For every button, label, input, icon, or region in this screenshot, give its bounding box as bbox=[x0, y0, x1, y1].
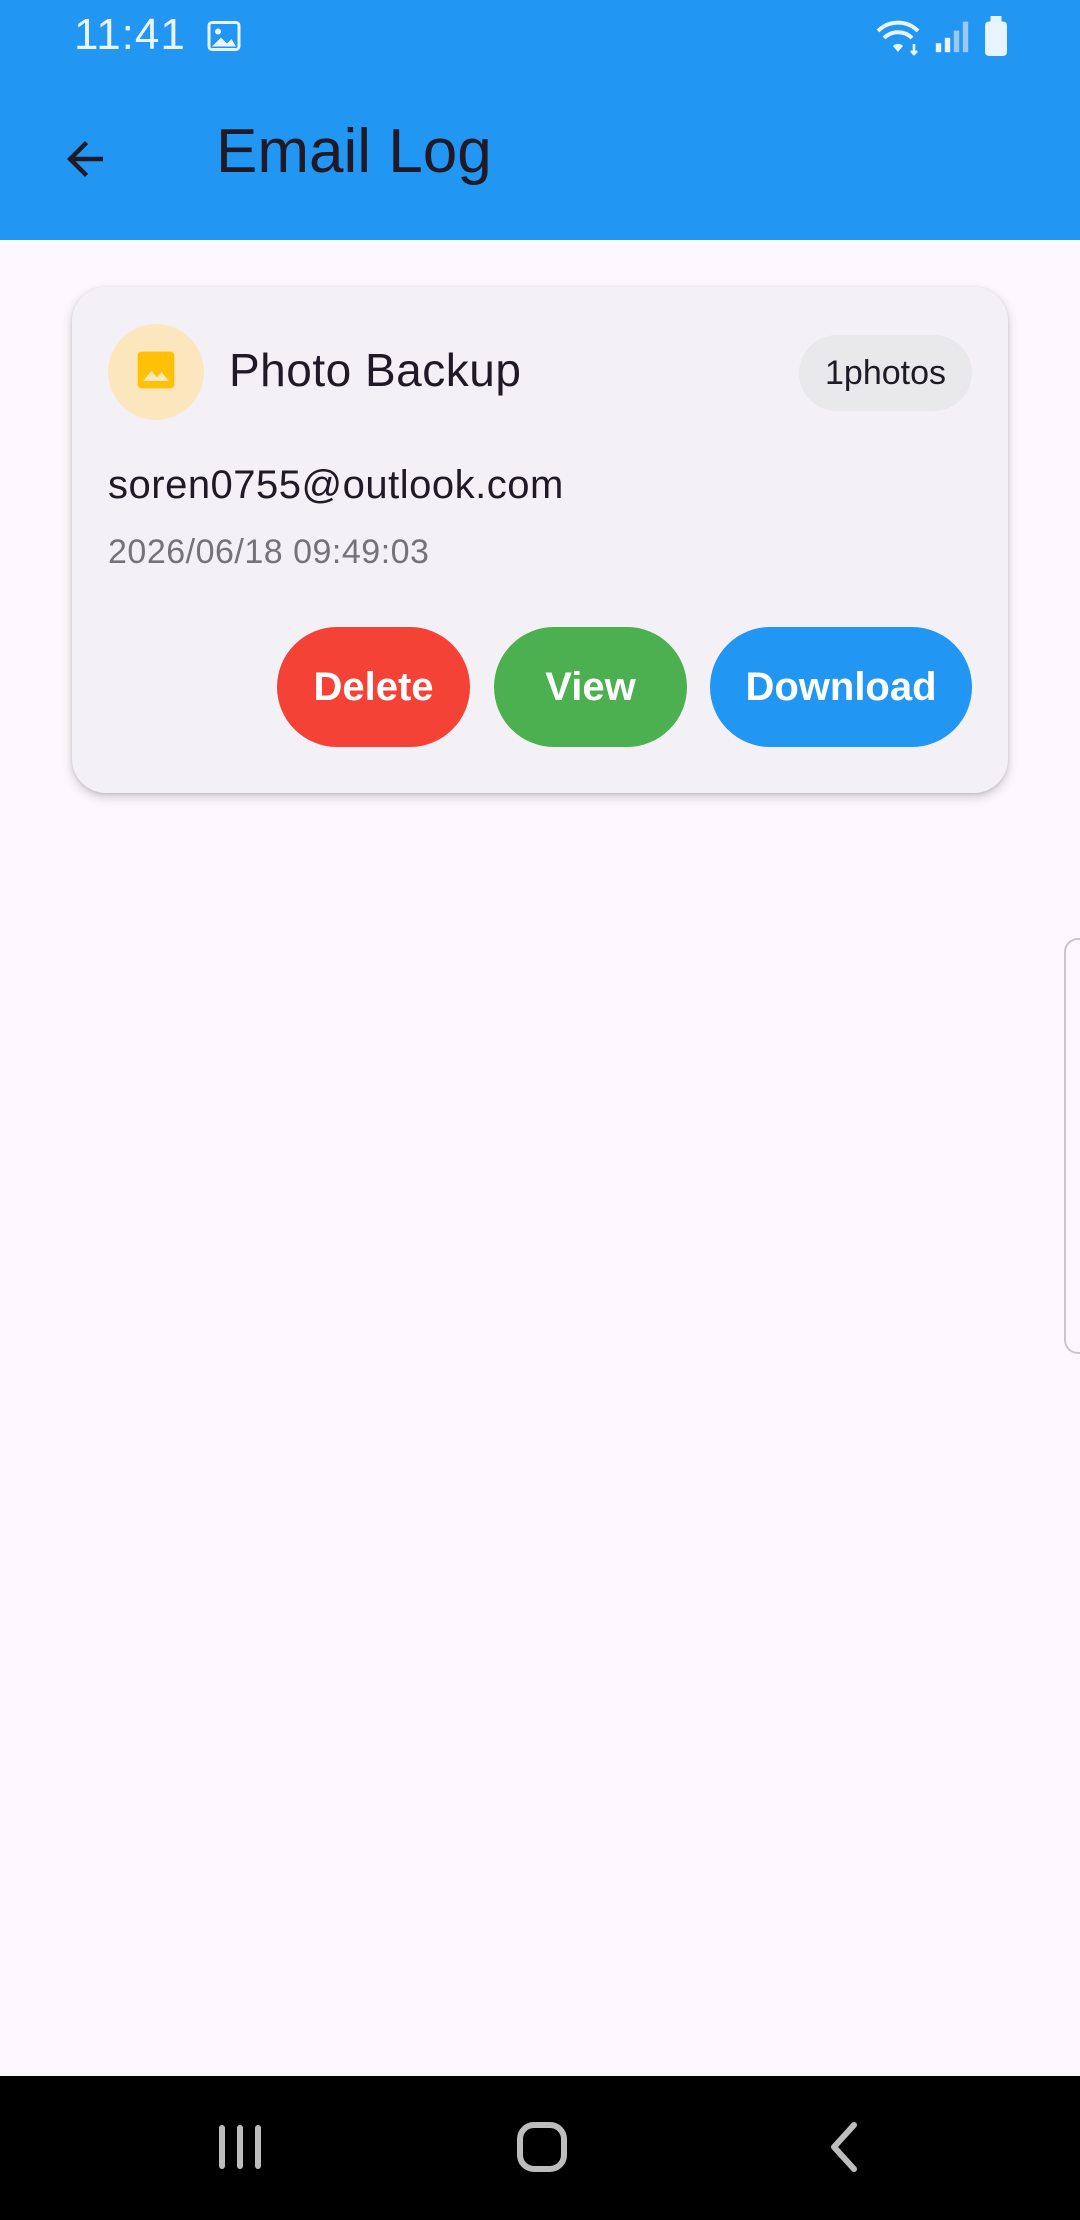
edge-panel-handle[interactable] bbox=[1064, 938, 1080, 1354]
status-bar: 11:41 bbox=[0, 0, 1080, 76]
signal-icon bbox=[934, 18, 970, 59]
arrow-back-icon bbox=[58, 132, 112, 191]
recents-button[interactable] bbox=[200, 2114, 280, 2184]
photo-icon bbox=[134, 348, 178, 397]
status-time: 11:41 bbox=[74, 10, 186, 59]
download-button[interactable]: Download bbox=[710, 627, 972, 747]
nav-back-button[interactable] bbox=[804, 2114, 884, 2184]
home-icon bbox=[514, 2119, 570, 2180]
log-timestamp: 2026/06/18 09:49:03 bbox=[108, 533, 430, 571]
delete-button[interactable]: Delete bbox=[277, 627, 470, 747]
view-button[interactable]: View bbox=[494, 627, 687, 747]
wifi-icon bbox=[874, 16, 922, 61]
status-icons bbox=[874, 16, 1010, 61]
app-bar: Email Log bbox=[0, 76, 1080, 240]
back-icon bbox=[824, 2119, 864, 2180]
recents-icon bbox=[215, 2119, 265, 2180]
image-icon bbox=[206, 18, 242, 59]
photo-count-badge: 1photos bbox=[799, 335, 972, 411]
navigation-bar bbox=[0, 2076, 1080, 2220]
photo-avatar bbox=[108, 324, 204, 420]
battery-icon bbox=[982, 16, 1010, 61]
page-title: Email Log bbox=[216, 117, 492, 186]
card-title: Photo Backup bbox=[229, 344, 522, 396]
back-button[interactable] bbox=[40, 116, 130, 206]
email-log-card[interactable]: Photo Backup 1photos soren0755@outlook.c… bbox=[72, 287, 1008, 793]
home-button[interactable] bbox=[502, 2114, 582, 2184]
recipient-email: soren0755@outlook.com bbox=[108, 463, 564, 507]
